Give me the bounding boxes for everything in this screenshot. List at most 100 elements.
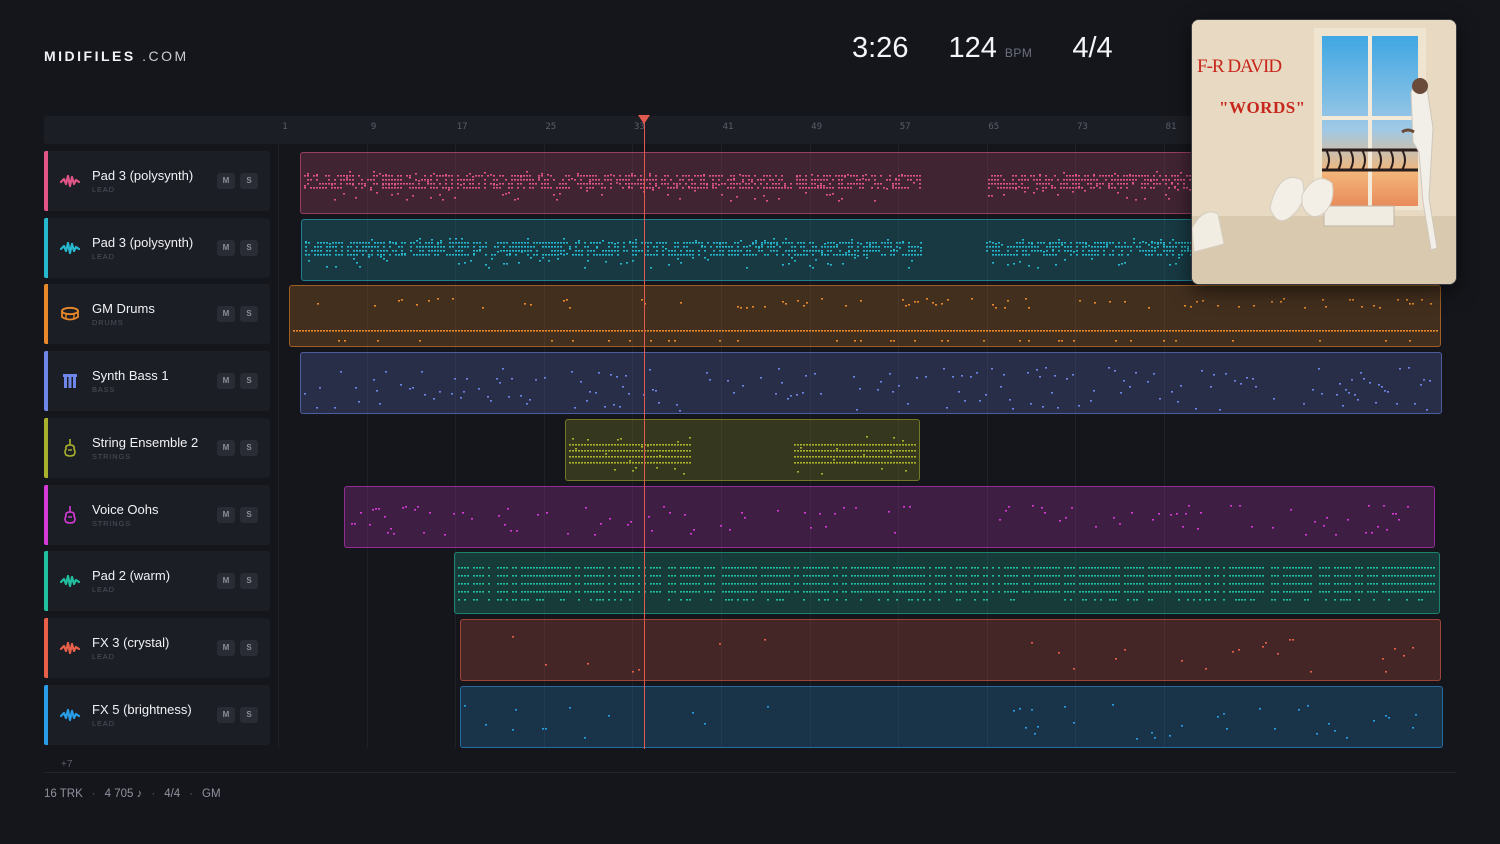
track-name: Pad 3 (polysynth) bbox=[92, 168, 194, 183]
mute-button[interactable]: M bbox=[217, 239, 235, 256]
track-header[interactable]: FX 3 (crystal) LEAD M S bbox=[44, 617, 270, 678]
midi-clip[interactable] bbox=[460, 618, 1441, 681]
album-artist-text: F-R DAVID bbox=[1197, 56, 1282, 77]
wave-icon bbox=[59, 705, 81, 725]
track-header[interactable]: FX 5 (brightness) LEAD M S bbox=[44, 684, 270, 745]
track-color-stripe bbox=[44, 684, 48, 745]
track-type: BASS bbox=[92, 385, 116, 395]
site-logo[interactable]: MIDIFILES .COM bbox=[44, 48, 189, 64]
track-name: FX 3 (crystal) bbox=[92, 634, 170, 650]
solo-button[interactable]: S bbox=[240, 373, 258, 390]
timeline-tick-label: 49 bbox=[811, 122, 823, 132]
midi-clip[interactable] bbox=[565, 418, 920, 481]
clip-notes bbox=[293, 298, 1438, 342]
midi-clip[interactable] bbox=[300, 352, 1442, 415]
track-color-stripe bbox=[44, 551, 48, 612]
track-type: STRINGS bbox=[92, 451, 131, 461]
solo-button[interactable]: S bbox=[240, 506, 258, 523]
track-name: Pad 3 (polysynth) bbox=[92, 234, 194, 250]
track-header[interactable]: Pad 2 (warm) LEAD M S bbox=[44, 551, 270, 612]
footer-divider bbox=[44, 772, 1456, 773]
album-cover[interactable]: F-R DAVID "WORDS" bbox=[1191, 19, 1457, 285]
logo-wordmark: MIDIFILES bbox=[44, 48, 136, 64]
track-header[interactable]: GM Drums DRUMS M S bbox=[44, 284, 270, 345]
playhead[interactable] bbox=[643, 116, 645, 749]
timeline-tick-label: 41 bbox=[722, 122, 734, 132]
tempo-display: 124 bbox=[948, 32, 997, 64]
midi-standard: GM bbox=[202, 788, 221, 800]
track-color-stripe bbox=[44, 151, 48, 211]
track-name: Voice Oohs bbox=[92, 501, 159, 517]
track-header[interactable]: Voice Oohs STRINGS M S bbox=[44, 484, 270, 545]
timeline-tick-label: 1 bbox=[282, 122, 288, 132]
timeline-tick-label: 73 bbox=[1076, 122, 1088, 132]
track-type: LEAD bbox=[92, 651, 115, 661]
clip-notes bbox=[569, 435, 916, 475]
track-type: LEAD bbox=[92, 718, 115, 728]
time-signature-display: 4/4 bbox=[1072, 32, 1113, 64]
playhead-handle-icon[interactable] bbox=[637, 115, 650, 124]
track-type: LEAD bbox=[92, 185, 115, 194]
mute-button[interactable]: M bbox=[217, 506, 235, 523]
solo-button[interactable]: S bbox=[240, 173, 258, 189]
midi-clip[interactable] bbox=[454, 552, 1440, 615]
solo-button[interactable]: S bbox=[240, 439, 258, 456]
track-type: LEAD bbox=[92, 251, 115, 261]
duration-display: 3:26 bbox=[852, 32, 909, 64]
note-count: 4 705 ♪ bbox=[104, 788, 143, 800]
mute-button[interactable]: M bbox=[217, 373, 235, 390]
track-header[interactable]: Synth Bass 1 BASS M S bbox=[44, 351, 270, 412]
meter-label: 4/4 bbox=[164, 788, 181, 800]
timeline-tick-label: 81 bbox=[1165, 122, 1177, 132]
midi-clip[interactable] bbox=[289, 285, 1441, 348]
timeline-tick-label: 57 bbox=[899, 122, 911, 132]
clip-notes bbox=[512, 635, 1414, 673]
track-color-stripe bbox=[44, 617, 48, 678]
track-color-stripe bbox=[44, 217, 48, 278]
wave-icon bbox=[59, 571, 81, 591]
track-color-stripe bbox=[44, 284, 48, 345]
solo-button[interactable]: S bbox=[240, 306, 258, 323]
more-tracks-indicator[interactable]: +7 bbox=[61, 759, 72, 770]
clip-notes bbox=[304, 367, 1431, 412]
timeline-tick-label: 65 bbox=[988, 122, 1000, 132]
mute-button[interactable]: M bbox=[217, 173, 235, 189]
footer-summary: 16 TRK · 4 705 ♪ · 4/4 · GM bbox=[44, 788, 221, 800]
mute-button[interactable]: M bbox=[217, 573, 235, 590]
track-color-stripe bbox=[44, 351, 48, 412]
track-header[interactable]: Pad 3 (polysynth) LEAD M S bbox=[44, 151, 270, 211]
mute-button[interactable]: M bbox=[217, 639, 235, 656]
track-header[interactable]: Pad 3 (polysynth) LEAD M S bbox=[44, 217, 270, 278]
track-color-stripe bbox=[44, 484, 48, 545]
clip-notes bbox=[464, 703, 1417, 740]
track-name: FX 5 (brightness) bbox=[92, 701, 192, 717]
track-type: STRINGS bbox=[92, 518, 131, 528]
timeline-tick-label: 25 bbox=[545, 122, 557, 132]
midi-clip[interactable] bbox=[344, 485, 1435, 548]
track-count: 16 TRK bbox=[44, 788, 83, 800]
solo-button[interactable]: S bbox=[240, 639, 258, 656]
song-stats: 3:26 124 BPM 4/4 bbox=[852, 32, 1113, 65]
track-type: LEAD bbox=[92, 585, 115, 595]
solo-button[interactable]: S bbox=[240, 573, 258, 590]
logo-domain: .COM bbox=[142, 48, 189, 64]
track-name: GM Drums bbox=[92, 301, 155, 317]
track-type: DRUMS bbox=[92, 318, 124, 328]
clip-notes bbox=[351, 504, 1409, 536]
album-title-text: "WORDS" bbox=[1219, 98, 1306, 117]
wave-icon bbox=[59, 238, 81, 258]
midi-clip[interactable] bbox=[460, 685, 1443, 748]
wave-icon bbox=[59, 171, 81, 191]
track-header[interactable]: String Ensemble 2 STRINGS M S bbox=[44, 417, 270, 478]
bass-icon bbox=[60, 371, 80, 391]
drum-icon bbox=[60, 304, 80, 324]
clip-notes bbox=[458, 567, 1435, 601]
mute-button[interactable]: M bbox=[217, 439, 235, 456]
mute-button[interactable]: M bbox=[217, 306, 235, 323]
mute-button[interactable]: M bbox=[217, 706, 235, 723]
track-name: Pad 2 (warm) bbox=[92, 568, 171, 584]
track-name: Synth Bass 1 bbox=[92, 368, 169, 384]
timeline-tick-label: 17 bbox=[456, 122, 468, 132]
solo-button[interactable]: S bbox=[240, 239, 258, 256]
solo-button[interactable]: S bbox=[240, 706, 258, 723]
